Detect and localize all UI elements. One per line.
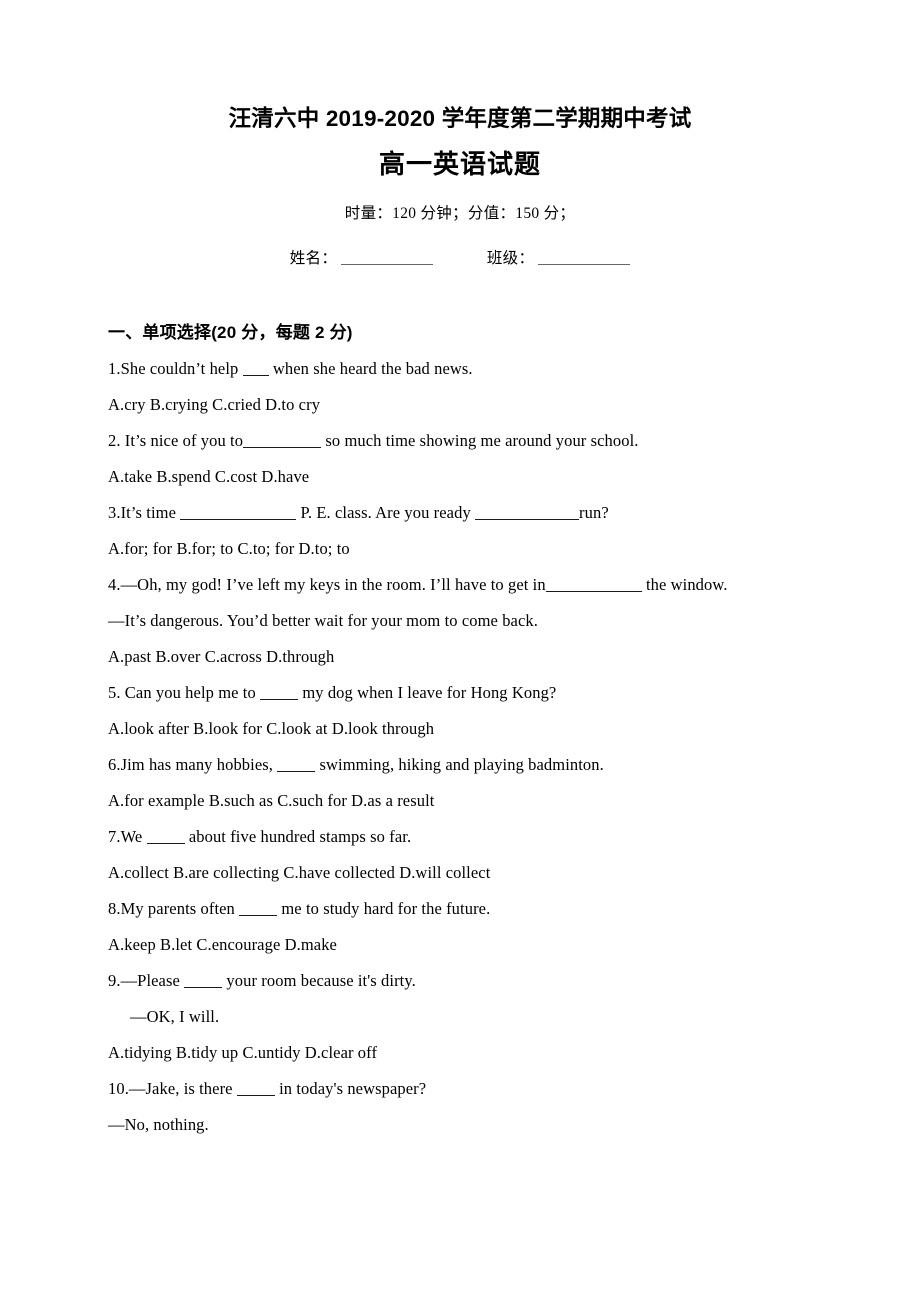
answer-blank-4[interactable] [545,578,642,592]
answer-blank-1[interactable] [242,362,269,376]
question-5-text-before: 5. Can you help me to [108,683,256,702]
answer-blank-3a[interactable] [180,506,297,520]
question-stem-6: 6.Jim has many hobbies, swimming, hiking… [108,747,812,783]
question-3-text-after: run? [579,503,609,522]
question-7-text-before: 7.We [108,827,143,846]
question-options-5[interactable]: A.look after B.look for C.look at D.look… [108,711,812,747]
page-title: 汪清六中 2019-2020 学年度第二学期期中考试 [228,106,692,131]
class-label: 班级： [486,250,535,267]
document-header: 汪清六中 2019-2020 学年度第二学期期中考试 高一英语试题 时量：120… [108,0,812,271]
question-4-dialog-reply: —It’s dangerous. You’d better wait for y… [108,611,538,630]
question-8-text-after: me to study hard for the future. [281,899,491,918]
question-stem-7: 7.We about five hundred stamps so far. [108,819,812,855]
section-multiple-choice: 一、单项选择(20 分，每题 2 分) 1.She couldn’t help … [108,315,812,1143]
question-10-text-after: in today's newspaper? [279,1079,427,1098]
question-9-text-before: 9.—Please [108,971,180,990]
name-field[interactable]: 姓名： [289,247,434,271]
class-field[interactable]: 班级： [486,247,631,271]
question-options-6[interactable]: A.for example B.such as C.such for D.as … [108,783,812,819]
question-2-text-before: 2. It’s nice of you to [108,431,244,450]
question-7-text-after: about five hundred stamps so far. [188,827,412,846]
answer-blank-8[interactable] [239,902,278,916]
question-stem-8: 8.My parents often me to study hard for … [108,891,812,927]
question-1-text-before: 1.She couldn’t help [108,359,239,378]
question-options-3[interactable]: A.for; for B.for; to C.to; for D.to; to [108,531,812,567]
question-options-7[interactable]: A.collect B.are collecting C.have collec… [108,855,812,891]
answer-blank-10[interactable] [236,1082,275,1096]
question-9-text-after: your room because it's dirty. [226,971,416,990]
name-label: 姓名： [289,250,338,267]
exam-info-line: 时量：120 分钟；分值：150 分； [344,205,576,222]
answer-blank-3b[interactable] [475,506,580,520]
question-4-text-after: the window. [645,575,728,594]
question-6-text-after: swimming, hiking and playing badminton. [319,755,604,774]
exam-paper-page: 汪清六中 2019-2020 学年度第二学期期中考试 高一英语试题 时量：120… [0,0,920,1302]
paper-subtitle: 高一英语试题 [378,149,541,179]
answer-blank-7[interactable] [146,830,185,844]
question-stem-2: 2. It’s nice of you to so much time show… [108,423,812,459]
section-heading: 一、单项选择(20 分，每题 2 分) [108,323,353,342]
question-10-text-before: 10.—Jake, is there [108,1079,233,1098]
class-blank-line[interactable] [538,250,631,265]
question-options-8[interactable]: A.keep B.let C.encourage D.make [108,927,812,963]
question-options-4[interactable]: A.past B.over C.across D.through [108,639,812,675]
question-stem-10: 10.—Jake, is there in today's newspaper? [108,1071,812,1107]
answer-blank-5[interactable] [260,686,299,700]
question-stem-3: 3.It’s time P. E. class. Are you ready r… [108,495,812,531]
question-4-text-before: 4.—Oh, my god! I’ve left my keys in the … [108,575,546,594]
question-2-text-after: so much time showing me around your scho… [325,431,639,450]
question-options-9[interactable]: A.tidying B.tidy up C.untidy D.clear off [108,1035,812,1071]
student-identity-row: 姓名： 班级： [108,247,812,271]
answer-blank-9[interactable] [184,974,223,988]
question-8-text-before: 8.My parents often [108,899,235,918]
question-stem-5: 5. Can you help me to my dog when I leav… [108,675,812,711]
question-3-text-before: 3.It’s time [108,503,177,522]
name-blank-line[interactable] [341,250,434,265]
answer-blank-6[interactable] [277,758,316,772]
question-3-text-middle: P. E. class. Are you ready [300,503,471,522]
question-options-2[interactable]: A.take B.spend C.cost D.have [108,459,812,495]
question-stem-9: 9.—Please your room because it's dirty. [108,963,812,999]
question-10-dialog-reply: —No, nothing. [108,1115,209,1134]
question-stem-4: 4.—Oh, my god! I’ve left my keys in the … [108,567,812,603]
question-stem-1: 1.She couldn’t help when she heard the b… [108,351,812,387]
question-1-text-after: when she heard the bad news. [272,359,473,378]
page-content: 汪清六中 2019-2020 学年度第二学期期中考试 高一英语试题 时量：120… [108,0,812,1143]
answer-blank-2[interactable] [243,434,322,448]
question-5-text-after: my dog when I leave for Hong Kong? [302,683,557,702]
question-9-dialog-reply: —OK, I will. [130,1007,220,1026]
question-options-1[interactable]: A.cry B.crying C.cried D.to cry [108,387,812,423]
question-6-text-before: 6.Jim has many hobbies, [108,755,273,774]
